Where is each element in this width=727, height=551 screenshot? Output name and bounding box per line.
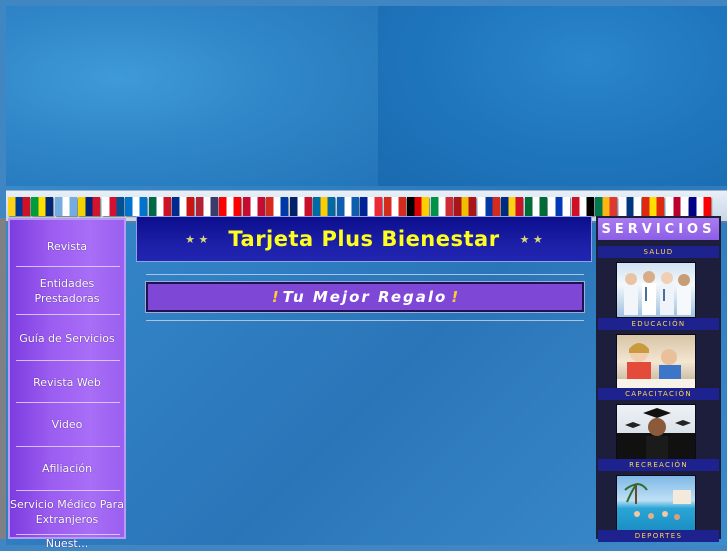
flag-sweden-icon (313, 196, 335, 216)
flag-cuba-icon (172, 196, 194, 216)
flag-australia-icon (689, 196, 711, 216)
category-recreacion[interactable]: RECREACIÓN (598, 459, 719, 471)
services-panel: SERVICIOS SALUD EDUCACIÓN CAPACITACIÓN R… (596, 216, 721, 542)
nav-divider (16, 360, 120, 361)
flag-germany-icon (407, 196, 429, 216)
nav-item-servicio-medico[interactable]: Servicio Médico Para Extranjeros (10, 492, 124, 532)
nav-item-nuestros[interactable]: Nuest... (10, 536, 124, 550)
title-bar: ★ ★ Tarjeta Plus Bienestar ★ ★ (136, 216, 592, 262)
nav-item-guia-de-servicios[interactable]: Guía de Servicios (10, 316, 124, 360)
flag-japan-icon (665, 196, 688, 216)
nav-divider (16, 314, 120, 315)
nav-item-afiliacion[interactable]: Afiliación (10, 448, 124, 488)
flag-spain-icon (454, 196, 476, 216)
category-salud[interactable]: SALUD (598, 246, 719, 258)
flag-venezuela-icon (78, 196, 100, 216)
services-title: SERVICIOS (598, 218, 719, 240)
flag-france-icon (360, 196, 382, 216)
main-content: ★ ★ Tarjeta Plus Bienestar ★ ★ ! Tu Mejo… (136, 216, 594, 539)
category-educacion[interactable]: EDUCACIÓN (598, 318, 719, 330)
exclamation-icon: ! (271, 288, 279, 306)
medical-team-icon (624, 271, 691, 315)
flag-israel-icon (548, 196, 570, 216)
category-capacitacion[interactable]: CAPACITACIÓN (598, 388, 719, 400)
nav-item-entidades-prestadoras[interactable]: Entidades Prestadoras (10, 268, 124, 314)
flag-romania-icon (501, 196, 523, 216)
graduation-icon (617, 408, 695, 459)
flag-uk-icon (289, 196, 312, 216)
salud-image[interactable] (616, 262, 696, 318)
flag-russia-icon (477, 196, 500, 216)
flag-finland-icon (618, 196, 641, 216)
flag-mexico-icon (148, 196, 171, 216)
nav-divider (16, 446, 120, 447)
nav-item-revista[interactable]: Revista (10, 226, 124, 266)
flag-denmark-icon (242, 196, 265, 216)
slogan-banner: ! Tu Mejor Regalo ! (145, 281, 585, 313)
flag-greece-icon (336, 196, 359, 216)
flag-honduras-icon (125, 196, 147, 216)
flag-colombia-icon (7, 196, 30, 216)
nav-divider (16, 490, 120, 491)
recreacion-image[interactable] (616, 475, 696, 531)
left-nav: Revista Entidades Prestadoras Guía de Se… (8, 218, 126, 550)
nav-item-video[interactable]: Video (10, 404, 124, 444)
header-banner (6, 6, 727, 186)
slogan-text: Tu Mejor Regalo (282, 288, 448, 306)
educacion-image[interactable] (616, 334, 696, 390)
capacitacion-image[interactable] (616, 404, 696, 460)
flag-egypt-icon (571, 196, 594, 216)
nav-divider (16, 402, 120, 403)
classroom-icon (617, 343, 695, 389)
banner-left-panel (6, 6, 378, 186)
flag-southafrica-icon (595, 196, 617, 216)
flag-panama-icon (101, 196, 124, 216)
flag-italy-icon (430, 196, 453, 216)
flag-saudi-icon (524, 196, 547, 216)
flag-brazil-icon (31, 196, 53, 216)
star-decoration-icon: ★ ★ (519, 232, 543, 246)
page-title: Tarjeta Plus Bienestar (228, 227, 500, 251)
nav-divider (16, 266, 120, 267)
divider (146, 320, 584, 321)
exclamation-icon: ! (451, 288, 459, 306)
flag-argentina-icon (54, 196, 77, 216)
category-deportes[interactable]: DEPORTES (598, 530, 719, 542)
banner-right-panel (378, 6, 727, 186)
flag-usa-icon (195, 196, 218, 216)
nav-item-revista-web[interactable]: Revista Web (10, 362, 124, 402)
flag-switzerland-icon (383, 196, 406, 216)
flag-canada-icon (219, 196, 241, 216)
pool-icon (624, 483, 691, 520)
flag-paraguay-icon (266, 196, 288, 216)
flag-china-icon (642, 196, 664, 216)
star-decoration-icon: ★ ★ (185, 232, 209, 246)
divider (146, 274, 584, 275)
